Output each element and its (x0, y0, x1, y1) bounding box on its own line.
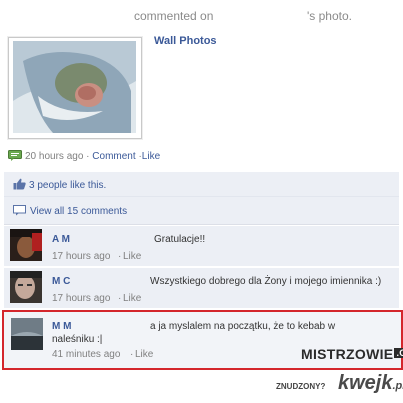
commenter-name[interactable]: M C (52, 276, 70, 287)
baby-photo-icon (13, 41, 136, 133)
view-all-comments[interactable]: View all 15 comments (4, 197, 399, 225)
separator: · (130, 349, 134, 360)
photo-owner-suffix: 's photo. (307, 9, 352, 23)
post-meta: 20 hours ago · Comment ·Like (8, 150, 160, 162)
mistrzowie-watermark: MISTRZOWIE.ORG (301, 346, 403, 362)
comment-text-line2: naleśniku :| (52, 334, 103, 345)
thumbs-up-icon (13, 178, 26, 190)
like-link[interactable]: Like (142, 151, 160, 162)
comment-time[interactable]: 17 hours ago (52, 293, 110, 304)
post-time[interactable]: 20 hours ago (25, 151, 83, 162)
comment-like-link[interactable]: Like (135, 349, 153, 360)
comment-like-link[interactable]: Like (123, 251, 141, 262)
comment-link[interactable]: Comment (92, 151, 135, 162)
commenter-name[interactable]: M M (52, 321, 71, 332)
comment-text-line1: a ja myslalem na początku, że to kebab w (150, 321, 336, 332)
comment-bubble-icon (8, 150, 22, 161)
comment-text: Gratulacje!! (154, 234, 206, 245)
org-text: .ORG (394, 348, 403, 358)
commenter-name[interactable]: A M (52, 234, 70, 245)
story-header: commented on 's photo. (0, 6, 403, 24)
likes-summary: 3 people like this. (4, 172, 399, 197)
kwejk-watermark: kwejk.pl (338, 372, 403, 395)
comment-time[interactable]: 41 minutes ago (52, 349, 120, 360)
separator: · (118, 251, 122, 262)
comments-icon (13, 205, 26, 216)
likes-row: 3 people like this. (13, 178, 106, 191)
comment-item: M C Wszystkiego dobrego dla Żony i mojeg… (4, 268, 399, 309)
avatar[interactable] (10, 271, 42, 303)
photo-thumbnail[interactable] (13, 41, 136, 133)
avatar[interactable] (11, 318, 43, 350)
mistrzowie-text: MISTRZOWIE (301, 346, 394, 362)
znudzony-watermark: ZNUDZONY? (276, 382, 326, 391)
separator: · (86, 151, 90, 162)
likes-count-link[interactable]: 3 people like this. (29, 180, 106, 191)
kwejk-text: kwejk (338, 372, 393, 394)
separator: · (118, 293, 122, 304)
comment-text: Wszystkiego dobrego dla Żony i mojego im… (150, 276, 382, 287)
view-all-comments-link[interactable]: View all 15 comments (30, 206, 127, 217)
album-title-link[interactable]: Wall Photos (154, 35, 217, 47)
comment-item: A M Gratulacje!! 17 hours ago · Like (4, 226, 399, 267)
comment-like-link[interactable]: Like (123, 293, 141, 304)
view-all-row: View all 15 comments (13, 205, 127, 217)
pl-text: .pl (392, 380, 403, 392)
comment-time[interactable]: 17 hours ago (52, 251, 110, 262)
avatar[interactable] (10, 229, 42, 261)
commented-on-text: commented on (134, 9, 214, 23)
